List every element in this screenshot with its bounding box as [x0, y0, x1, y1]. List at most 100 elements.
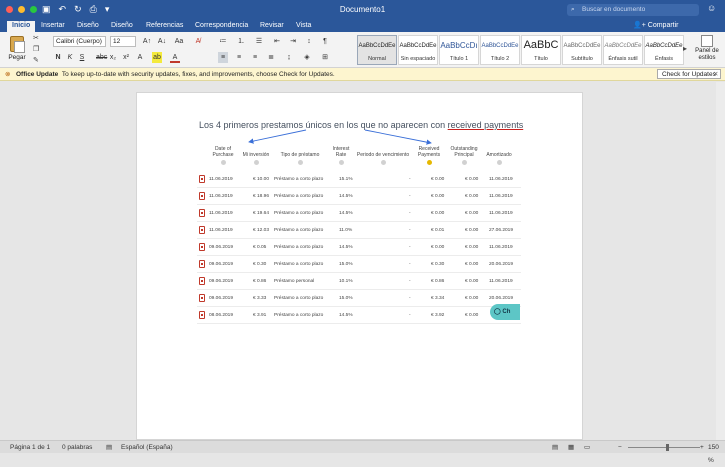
page-count[interactable]: Página 1 de 1 [10, 441, 50, 454]
zoom-slider[interactable] [628, 447, 700, 448]
table-row[interactable]: 08.06.2019 € 3.91 Préstamo a corto plazo 14… [197, 307, 521, 324]
arrow-to-received-payments-column [364, 129, 432, 145]
sort-dot-icon [297, 160, 303, 165]
cell-investment: € 0.30 [253, 262, 267, 267]
cell-outstanding: € 0.00 [465, 279, 479, 284]
col-label: Amortizado [486, 152, 512, 158]
proofing-icon[interactable]: ▤ [106, 441, 112, 454]
table-row[interactable]: 11.06.2019 € 18.96 Préstamo a corto plazo 1… [197, 188, 521, 205]
pdf-icon[interactable] [199, 175, 205, 183]
cell-loan-type: Préstamo a corto plazo [274, 194, 324, 199]
cell-date: 08.06.2019 [209, 313, 234, 318]
pdf-icon[interactable] [199, 311, 205, 319]
cell-period: - [409, 279, 411, 284]
zoom-out-icon[interactable]: − [618, 441, 622, 454]
table-row[interactable]: 09.06.2019 € 0.05 Préstamo a corto plazo 14… [197, 239, 521, 256]
cell-received: € 3.34 [431, 296, 445, 301]
pdf-icon[interactable] [199, 260, 205, 268]
cell-received: € 0.01 [431, 228, 445, 233]
col-interest-rate[interactable]: Interest Rate [330, 146, 352, 165]
focus-mode-icon[interactable]: ▭ [584, 441, 590, 454]
col-periodo-de-vencimiento[interactable]: Periodo de vencimiento [355, 152, 411, 165]
zoom-slider-handle[interactable] [666, 444, 669, 451]
zoom-in-icon[interactable]: + [700, 441, 704, 454]
col-date-of-purchase[interactable]: Date of Purchase [208, 146, 238, 165]
table-row[interactable]: 11.06.2019 € 19.64 Préstamo a corto plazo 1… [197, 205, 521, 222]
col-tipo-de-prestamo[interactable]: Tipo de préstamo [277, 152, 323, 165]
col-label: Outstanding Principal [450, 146, 478, 158]
table-row[interactable]: 09.06.2019 € 3.33 Préstamo a corto plazo 15… [197, 290, 521, 307]
col-received-payments[interactable]: Received Payments [414, 146, 444, 165]
cell-period: - [409, 194, 411, 199]
zoom-level[interactable]: 150 % [708, 441, 725, 467]
cell-date: 09.06.2019 [209, 296, 234, 301]
pdf-icon[interactable] [199, 192, 205, 200]
pdf-icon[interactable] [199, 209, 205, 217]
sort-dot-icon [220, 160, 226, 165]
word-count[interactable]: 0 palabras [62, 441, 92, 454]
web-layout-icon[interactable]: ▦ [568, 441, 574, 454]
cell-loan-type: Préstamo a corto plazo [274, 177, 324, 182]
print-layout-icon[interactable]: ▤ [552, 441, 558, 454]
cell-loan-type: Préstamo a corto plazo [274, 228, 324, 233]
sort-dot-icon [338, 160, 344, 165]
cell-investment: € 0.86 [253, 279, 267, 284]
cell-amortized: 11.06.2019 [489, 194, 513, 199]
pdf-icon[interactable] [199, 294, 205, 302]
cell-investment: € 0.05 [253, 245, 267, 250]
cell-interest: 14.5% [339, 194, 353, 199]
col-mi-inversion[interactable]: Mi inversión [240, 152, 272, 165]
cell-outstanding: € 0.00 [465, 211, 479, 216]
cell-interest: 11.0% [339, 228, 353, 233]
chat-button[interactable]: ◯ Ch [490, 304, 520, 320]
cell-loan-type: Préstamo a corto plazo [274, 211, 324, 216]
cell-interest: 15.0% [339, 296, 353, 301]
col-amortizado[interactable]: Amortizado [483, 152, 515, 165]
status-bar: Página 1 de 1 0 palabras ▤ Español (Espa… [0, 440, 725, 464]
col-label: Received Payments [417, 146, 441, 158]
col-label: Tipo de préstamo [280, 152, 320, 158]
cell-amortized: 11.06.2019 [489, 279, 513, 284]
cell-amortized: 20.06.2019 [489, 262, 514, 267]
cell-interest: 10.1% [339, 279, 353, 284]
table-row[interactable]: 09.06.2019 € 0.86 Préstamo personal 10.1% - €… [197, 273, 521, 290]
cell-received: € 3.92 [431, 313, 445, 318]
cell-outstanding: € 0.00 [465, 245, 479, 250]
sort-dot-icon [380, 160, 386, 165]
cell-investment: € 3.91 [253, 313, 267, 318]
cell-loan-type: Préstamo a corto plazo [274, 296, 324, 301]
sort-active-icon [426, 160, 432, 165]
pdf-icon[interactable] [199, 226, 205, 234]
table-row[interactable]: 11.06.2019 € 10.00 Préstamo a corto plazo 1… [197, 171, 521, 188]
cell-date: 09.06.2019 [209, 279, 234, 284]
pdf-icon[interactable] [199, 277, 205, 285]
col-label: Interest Rate [332, 146, 350, 158]
cell-interest: 14.5% [339, 313, 353, 318]
cell-period: - [409, 313, 411, 318]
cell-interest: 15.1% [339, 177, 353, 182]
pdf-icon[interactable] [199, 243, 205, 251]
cell-outstanding: € 0.00 [465, 194, 479, 199]
language-indicator[interactable]: Español (España) [121, 441, 173, 454]
table-row[interactable]: 11.06.2019 € 12.03 Préstamo a corto plazo 1… [197, 222, 521, 239]
cell-investment: € 12.03 [253, 228, 270, 233]
cell-outstanding: € 0.00 [465, 262, 479, 267]
cell-outstanding: € 0.00 [465, 177, 479, 182]
cell-loan-type: Préstamo personal [274, 279, 315, 284]
cell-loan-type: Préstamo a corto plazo [274, 245, 324, 250]
cell-received: € 0.86 [431, 279, 445, 284]
cell-amortized: 11.06.2019 [489, 245, 513, 250]
cell-amortized: 27.06.2019 [489, 228, 514, 233]
col-outstanding-principal[interactable]: Outstanding Principal [449, 146, 479, 165]
chat-label: Ch [502, 309, 511, 315]
cell-amortized: 11.06.2019 [489, 211, 513, 216]
chat-bubble-icon: ◯ [494, 309, 501, 315]
table-row[interactable]: 09.06.2019 € 0.30 Préstamo a corto plazo 15… [197, 256, 521, 273]
cell-period: - [409, 245, 411, 250]
cell-date: 11.06.2019 [209, 228, 233, 233]
cell-period: - [409, 177, 411, 182]
cell-outstanding: € 0.00 [465, 313, 479, 318]
cell-received: € 0.30 [431, 262, 445, 267]
cell-date: 11.06.2019 [209, 194, 233, 199]
cell-loan-type: Préstamo a corto plazo [274, 262, 324, 267]
